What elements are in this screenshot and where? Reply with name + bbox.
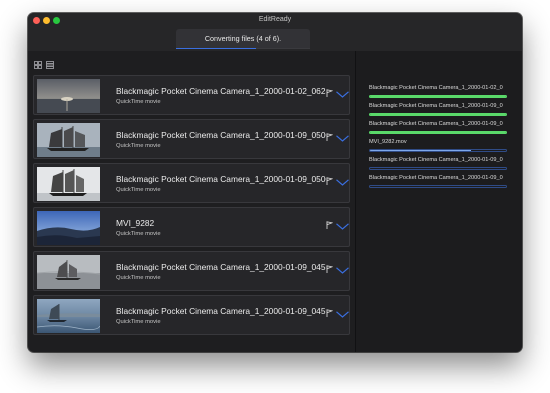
clip-thumbnail (37, 79, 100, 113)
clip-name: Blackmagic Pocket Cinema Camera_1_2000-0… (116, 130, 326, 140)
clip-type: QuickTime movie (116, 187, 161, 193)
conversion-status: Converting files (4 of 6). (176, 29, 310, 49)
queue-progress-bar (369, 185, 507, 188)
chevron-down-icon[interactable] (336, 305, 349, 318)
list-item[interactable]: Blackmagic Pocket Cinema Camera_1_2000-0… (33, 119, 350, 159)
clip-thumbnail (37, 211, 100, 245)
clip-name: Blackmagic Pocket Cinema Camera_1_2000-0… (116, 86, 326, 96)
title-bar: EditReady Converting files (4 of 6). (28, 13, 522, 51)
conversion-progress-fill (176, 48, 257, 49)
queue-progress-fill (370, 132, 506, 133)
clip-name: Blackmagic Pocket Cinema Camera_1_2000-0… (116, 174, 326, 184)
queue-item[interactable]: Blackmagic Pocket Cinema Camera_1_2000-0… (369, 157, 507, 175)
queue-progress-bar (369, 167, 507, 170)
chevron-down-icon[interactable] (336, 217, 349, 230)
chevron-down-icon[interactable] (336, 261, 349, 274)
chevron-down-icon[interactable] (336, 85, 349, 98)
conversion-progress-track (176, 48, 310, 49)
queue-item-name: Blackmagic Pocket Cinema Camera_1_2000-0… (369, 121, 503, 127)
flag-icon[interactable] (326, 128, 334, 141)
chevron-down-icon[interactable] (336, 129, 349, 142)
conversion-status-text: Converting files (4 of 6). (204, 34, 282, 43)
grid-view-icon[interactable] (34, 56, 42, 69)
queue-item[interactable]: Blackmagic Pocket Cinema Camera_1_2000-0… (369, 175, 507, 193)
queue-progress-fill (370, 96, 506, 97)
conversion-queue: Blackmagic Pocket Cinema Camera_1_2000-0… (355, 51, 522, 352)
queue-item[interactable]: Blackmagic Pocket Cinema Camera_1_2000-0… (369, 121, 507, 139)
clip-name: MVI_9282 (116, 218, 155, 228)
chevron-down-icon[interactable] (336, 173, 349, 186)
list-view-icon[interactable] (46, 56, 54, 69)
clip-name: Blackmagic Pocket Cinema Camera_1_2000-0… (116, 262, 326, 272)
flag-icon[interactable] (326, 260, 334, 273)
queue-item-name: Blackmagic Pocket Cinema Camera_1_2000-0… (369, 157, 503, 163)
queue-progress-bar (369, 149, 507, 152)
clip-type: QuickTime movie (116, 231, 161, 237)
clip-thumbnail (37, 299, 100, 333)
clip-thumbnail (37, 123, 100, 157)
flag-icon[interactable] (326, 172, 334, 185)
flag-icon[interactable] (326, 304, 334, 317)
queue-progress-bar (369, 131, 507, 134)
queue-progress-bar (369, 113, 507, 116)
list-item[interactable]: Blackmagic Pocket Cinema Camera_1_2000-0… (33, 163, 350, 203)
queue-item[interactable]: Blackmagic Pocket Cinema Camera_1_2000-0… (369, 103, 507, 121)
app-window: EditReady Converting files (4 of 6). Bla… (28, 13, 522, 352)
queue-item-name: Blackmagic Pocket Cinema Camera_1_2000-0… (369, 85, 503, 91)
queue-item-name: Blackmagic Pocket Cinema Camera_1_2000-0… (369, 175, 503, 181)
queue-item[interactable]: MVI_9282.mov (369, 139, 507, 157)
clip-thumbnail (37, 167, 100, 201)
window-title: EditReady (258, 16, 292, 23)
list-item[interactable]: MVI_9282 QuickTime movie (33, 207, 350, 247)
list-item[interactable]: Blackmagic Pocket Cinema Camera_1_2000-0… (33, 75, 350, 115)
flag-icon[interactable] (326, 216, 334, 229)
clip-type: QuickTime movie (116, 275, 161, 281)
queue-progress-bar (369, 95, 507, 98)
queue-item-name: Blackmagic Pocket Cinema Camera_1_2000-0… (369, 103, 503, 109)
list-item[interactable]: Blackmagic Pocket Cinema Camera_1_2000-0… (33, 251, 350, 291)
queue-item[interactable]: Blackmagic Pocket Cinema Camera_1_2000-0… (369, 85, 507, 103)
clip-type: QuickTime movie (116, 143, 161, 149)
queue-item-name: MVI_9282.mov (369, 139, 407, 145)
flag-icon[interactable] (326, 84, 334, 97)
clip-name: Blackmagic Pocket Cinema Camera_1_2000-0… (116, 306, 326, 316)
clip-type: QuickTime movie (116, 99, 161, 105)
queue-progress-fill (370, 150, 471, 151)
clip-thumbnail (37, 255, 100, 289)
clip-list: Blackmagic Pocket Cinema Camera_1_2000-0… (28, 69, 354, 352)
clip-type: QuickTime movie (116, 319, 161, 325)
list-item[interactable]: Blackmagic Pocket Cinema Camera_1_2000-0… (33, 295, 350, 335)
queue-progress-fill (370, 114, 506, 115)
